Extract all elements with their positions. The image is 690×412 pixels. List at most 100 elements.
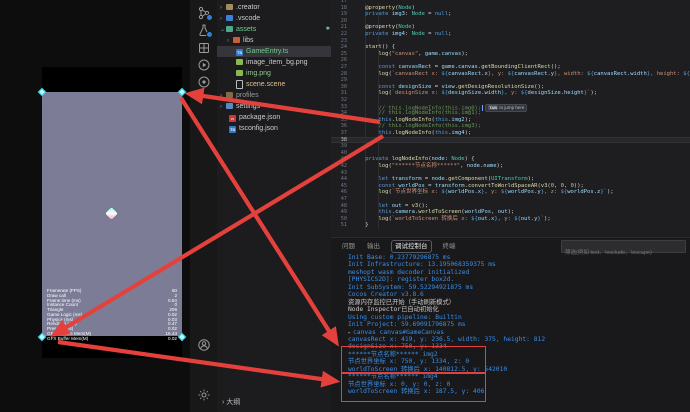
code-line-37: 37 this.logNodeInfo(this.img4);	[331, 130, 690, 137]
settings-gear-icon[interactable]	[197, 388, 211, 402]
tree-item-label: scene.scene	[246, 81, 286, 88]
code-line-38: 38	[331, 137, 690, 144]
code-line-40: 40	[331, 150, 690, 157]
tree-item-label: image_item_bg.png	[246, 59, 308, 66]
panel-tab-终端[interactable]: 终端	[443, 241, 456, 252]
tree-item--creator[interactable]: › .creator	[217, 2, 334, 13]
code-editor[interactable]: 17 18 @property(Node) 19 private img3: Nod…	[331, 0, 690, 237]
tree-item-label: assets	[236, 26, 257, 33]
code-line-28: 28 log(`canvasRect x: ${canvasRect.x}, y…	[331, 71, 690, 78]
line-number: 25	[340, 50, 347, 57]
code-line-42: 42 log("******节点名称******", node.name);	[331, 163, 690, 170]
tree-item-label: settings	[236, 103, 261, 110]
stat-row: GFX Buffer Mem(M) 0.02	[47, 335, 177, 341]
line-number: 30	[340, 83, 347, 90]
line-number: 39	[340, 143, 347, 150]
line-number: 18	[340, 4, 347, 11]
folder-icon	[226, 92, 233, 98]
tree-item-assets[interactable]: ⌄ assets ✱	[217, 24, 334, 35]
tree-item-profiles[interactable]: › profiles	[217, 90, 334, 101]
game-preview-panel: Framerate (FPS) 60 Draw call 2 Frame time (m…	[0, 0, 190, 412]
code-line-44: 44 let transform = node.getComponent(UIT…	[331, 176, 690, 183]
line-number: 51	[340, 222, 347, 229]
ts-icon: TS	[229, 126, 236, 133]
tree-item-tsconfig-json[interactable]: TS tsconfig.json	[217, 123, 343, 134]
panel-tab-问题[interactable]: 问题	[342, 241, 355, 252]
line-number: 34	[340, 110, 347, 117]
outline-section[interactable]: › 大纲	[222, 397, 240, 407]
tree-item-label: profiles	[236, 92, 259, 99]
tree-item-package-json[interactable]: n package.json	[217, 112, 343, 123]
line-number: 27	[340, 64, 347, 70]
line-number: 33	[340, 103, 347, 110]
folder-icon	[233, 37, 240, 43]
line-number: 24	[340, 44, 347, 51]
code-line-33: 33 // this.logNodeInfo(this.img0); TAB to…	[331, 103, 690, 112]
line-number: 37	[340, 130, 347, 136]
console-line: ******节点名称****** img2	[348, 350, 438, 358]
tree-item-label: img.png	[246, 70, 271, 77]
line-number: 41	[340, 156, 347, 163]
tree-item-label: tsconfig.json	[239, 125, 278, 132]
line-number: 43	[340, 169, 347, 176]
line-number: 50	[340, 215, 347, 222]
flask-icon[interactable]	[197, 23, 213, 38]
code-line-29: 29	[331, 77, 690, 84]
code-line-39: 39	[331, 143, 690, 150]
tree-item-label: .vscode	[236, 15, 261, 22]
code-line-18: 18 @property(Node)	[331, 5, 690, 12]
extensions-icon[interactable]	[197, 41, 211, 55]
folder-icon	[226, 4, 233, 10]
center-sprite	[105, 207, 118, 220]
console-line: meshopt wasm decoder initialized	[348, 268, 470, 276]
hierarchy-icon[interactable]	[197, 6, 213, 21]
console-line: Node Inspector已自动初始化	[348, 306, 439, 314]
code-line-48: 48 let out = v3();	[331, 203, 690, 210]
code-line-35: 35 this.logNodeInfo(this.img2);	[331, 117, 690, 124]
code-line-20: 20	[331, 18, 690, 25]
code-line-22: 22 private img4: Node = null;	[331, 31, 690, 38]
file-icon	[236, 80, 243, 89]
tree-item-libs[interactable]: › libs	[217, 35, 341, 46]
code-line-47: 47	[331, 196, 690, 203]
code-line-46: 46 log(`节点世界坐标 x: ${worldPos.x}, y: ${wo…	[331, 189, 690, 196]
code-line-27: 27 const canvasRect = game.canvas.getBou…	[331, 64, 690, 71]
panel-tab-调试控制台[interactable]: 调试控制台	[391, 240, 432, 253]
console-line: Cocos Creator v3.8.6	[348, 291, 424, 299]
line-number: 45	[340, 182, 347, 189]
profiler-stats: Framerate (FPS) 60 Draw call 2 Frame time (m…	[47, 288, 177, 341]
expand-chevron-icon[interactable]: ▸	[348, 330, 351, 336]
line-number: 21	[340, 24, 347, 31]
console-filter-input[interactable]	[562, 247, 685, 259]
code-line-23: 23	[331, 38, 690, 45]
code-line-25: 25 log("canvas", game.canvas);	[331, 51, 690, 58]
line-number: 35	[340, 116, 347, 123]
code-line-31: 31 log(`designSize x: ${designSize.width…	[331, 90, 690, 97]
tree-item-settings[interactable]: › settings	[217, 101, 334, 112]
record-circle-icon[interactable]	[197, 75, 211, 89]
code-line-24: 24 start() {	[331, 44, 690, 51]
code-line-26: 26	[331, 57, 690, 64]
vscode-window: Framerate (FPS) 60 Draw call 2 Frame time (m…	[0, 0, 690, 412]
console-line: worldToScreen 转换后 x: 187.5, y: 406	[348, 388, 485, 396]
tree-item-label: libs	[243, 37, 254, 44]
line-number: 42	[340, 163, 347, 169]
line-number: 19	[340, 11, 347, 18]
line-number: 49	[340, 209, 347, 216]
line-number: 23	[340, 37, 347, 44]
code-line-49: 49 this.camera.worldToScreen(worldPos, o…	[331, 209, 690, 216]
tree-item--vscode[interactable]: › .vscode	[217, 13, 334, 24]
console-line: Init Infrastructure: 13.195068359375 ms	[348, 261, 496, 269]
img-icon	[236, 70, 243, 76]
run-circle-icon[interactable]	[197, 58, 211, 72]
console-line: canvasRect x: 419, y: 236.5, width: 375,…	[348, 335, 546, 343]
folder-icon	[226, 103, 233, 109]
activity-bar	[190, 0, 218, 412]
ts-icon: TS	[236, 49, 243, 56]
line-number: 40	[340, 149, 347, 156]
panel-tab-bar: 问题 输出 调试控制台 终端	[342, 240, 468, 253]
gizmo-corner-diamond-topright	[177, 87, 187, 97]
account-icon[interactable]	[197, 338, 211, 352]
panel-tab-输出[interactable]: 输出	[367, 241, 380, 252]
console-line: designSize x: 750, y: 1334	[348, 343, 447, 351]
